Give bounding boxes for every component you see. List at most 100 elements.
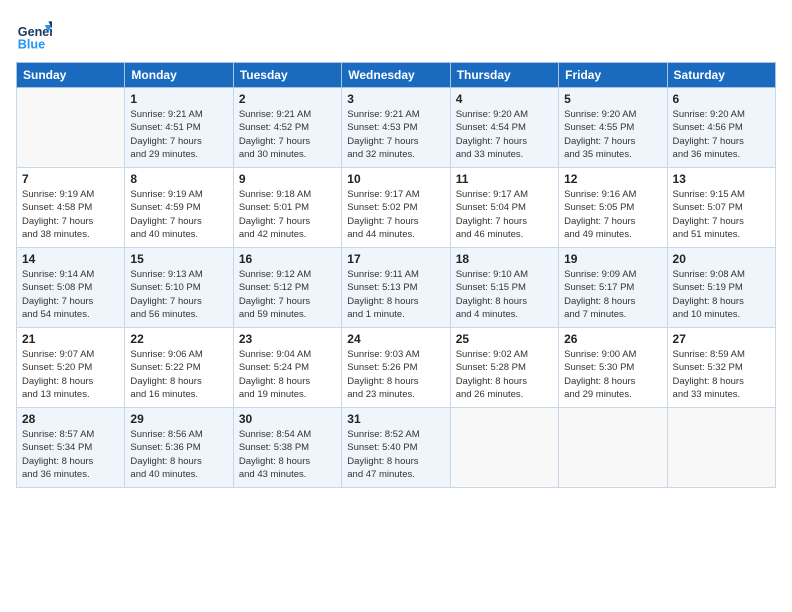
day-header-sunday: Sunday (17, 63, 125, 88)
day-number: 3 (347, 92, 444, 106)
day-info: Sunrise: 9:06 AM Sunset: 5:22 PM Dayligh… (130, 348, 227, 401)
day-cell: 15 Sunrise: 9:13 AM Sunset: 5:10 PM Dayli… (125, 248, 233, 328)
day-info: Sunrise: 9:09 AM Sunset: 5:17 PM Dayligh… (564, 268, 661, 321)
day-number: 25 (456, 332, 553, 346)
day-cell (667, 408, 775, 488)
day-number: 28 (22, 412, 119, 426)
day-number: 4 (456, 92, 553, 106)
day-info: Sunrise: 9:04 AM Sunset: 5:24 PM Dayligh… (239, 348, 336, 401)
day-info: Sunrise: 9:00 AM Sunset: 5:30 PM Dayligh… (564, 348, 661, 401)
day-cell: 3 Sunrise: 9:21 AM Sunset: 4:53 PM Daylig… (342, 88, 450, 168)
day-number: 14 (22, 252, 119, 266)
day-cell: 4 Sunrise: 9:20 AM Sunset: 4:54 PM Daylig… (450, 88, 558, 168)
day-number: 31 (347, 412, 444, 426)
day-info: Sunrise: 9:13 AM Sunset: 5:10 PM Dayligh… (130, 268, 227, 321)
logo: General Blue (16, 16, 56, 52)
header-row: SundayMondayTuesdayWednesdayThursdayFrid… (17, 63, 776, 88)
day-number: 15 (130, 252, 227, 266)
day-number: 30 (239, 412, 336, 426)
logo-icon: General Blue (16, 16, 52, 52)
day-header-monday: Monday (125, 63, 233, 88)
day-info: Sunrise: 9:11 AM Sunset: 5:13 PM Dayligh… (347, 268, 444, 321)
day-number: 16 (239, 252, 336, 266)
day-number: 27 (673, 332, 770, 346)
day-cell: 26Sunrise: 9:00 AM Sunset: 5:30 PM Dayli… (559, 328, 667, 408)
day-info: Sunrise: 8:56 AM Sunset: 5:36 PM Dayligh… (130, 428, 227, 481)
day-info: Sunrise: 9:02 AM Sunset: 5:28 PM Dayligh… (456, 348, 553, 401)
day-number: 18 (456, 252, 553, 266)
week-row-3: 14Sunrise: 9:14 AM Sunset: 5:08 PM Dayli… (17, 248, 776, 328)
day-number: 6 (673, 92, 770, 106)
day-cell: 31 Sunrise: 8:52 AM Sunset: 5:40 PM Dayli… (342, 408, 450, 488)
day-cell: 27 Sunrise: 8:59 AM Sunset: 5:32 PM Dayli… (667, 328, 775, 408)
day-number: 21 (22, 332, 119, 346)
day-cell: 7Sunrise: 9:19 AM Sunset: 4:58 PM Daylig… (17, 168, 125, 248)
day-cell: 11 Sunrise: 9:17 AM Sunset: 5:04 PM Dayli… (450, 168, 558, 248)
day-cell: 28Sunrise: 8:57 AM Sunset: 5:34 PM Dayli… (17, 408, 125, 488)
svg-text:Blue: Blue (18, 37, 45, 51)
day-cell: 16 Sunrise: 9:12 AM Sunset: 5:12 PM Dayli… (233, 248, 341, 328)
day-info: Sunrise: 8:52 AM Sunset: 5:40 PM Dayligh… (347, 428, 444, 481)
day-info: Sunrise: 9:20 AM Sunset: 4:54 PM Dayligh… (456, 108, 553, 161)
day-number: 10 (347, 172, 444, 186)
day-number: 7 (22, 172, 119, 186)
day-cell (450, 408, 558, 488)
week-row-5: 28Sunrise: 8:57 AM Sunset: 5:34 PM Dayli… (17, 408, 776, 488)
day-info: Sunrise: 9:19 AM Sunset: 4:59 PM Dayligh… (130, 188, 227, 241)
day-cell: 2Sunrise: 9:21 AM Sunset: 4:52 PM Daylig… (233, 88, 341, 168)
day-info: Sunrise: 9:17 AM Sunset: 5:02 PM Dayligh… (347, 188, 444, 241)
day-header-wednesday: Wednesday (342, 63, 450, 88)
day-number: 1 (130, 92, 227, 106)
day-info: Sunrise: 9:21 AM Sunset: 4:53 PM Dayligh… (347, 108, 444, 161)
calendar-table: SundayMondayTuesdayWednesdayThursdayFrid… (16, 62, 776, 488)
day-cell: 9 Sunrise: 9:18 AM Sunset: 5:01 PM Daylig… (233, 168, 341, 248)
day-info: Sunrise: 9:20 AM Sunset: 4:55 PM Dayligh… (564, 108, 661, 161)
day-info: Sunrise: 9:18 AM Sunset: 5:01 PM Dayligh… (239, 188, 336, 241)
day-cell: 21Sunrise: 9:07 AM Sunset: 5:20 PM Dayli… (17, 328, 125, 408)
day-cell: 5 Sunrise: 9:20 AM Sunset: 4:55 PM Daylig… (559, 88, 667, 168)
day-cell: 30 Sunrise: 8:54 AM Sunset: 5:38 PM Dayli… (233, 408, 341, 488)
day-header-saturday: Saturday (667, 63, 775, 88)
day-number: 20 (673, 252, 770, 266)
day-info: Sunrise: 9:12 AM Sunset: 5:12 PM Dayligh… (239, 268, 336, 321)
week-row-1: 1 Sunrise: 9:21 AM Sunset: 4:51 PM Daylig… (17, 88, 776, 168)
header: General Blue (16, 16, 776, 52)
day-cell: 8Sunrise: 9:19 AM Sunset: 4:59 PM Daylig… (125, 168, 233, 248)
day-number: 19 (564, 252, 661, 266)
day-number: 5 (564, 92, 661, 106)
day-info: Sunrise: 9:08 AM Sunset: 5:19 PM Dayligh… (673, 268, 770, 321)
day-cell: 24Sunrise: 9:03 AM Sunset: 5:26 PM Dayli… (342, 328, 450, 408)
day-cell: 17Sunrise: 9:11 AM Sunset: 5:13 PM Dayli… (342, 248, 450, 328)
day-number: 29 (130, 412, 227, 426)
calendar-container: General Blue SundayMondayTuesdayWednesda… (0, 0, 792, 496)
day-cell: 20 Sunrise: 9:08 AM Sunset: 5:19 PM Dayli… (667, 248, 775, 328)
day-number: 24 (347, 332, 444, 346)
day-info: Sunrise: 9:21 AM Sunset: 4:51 PM Dayligh… (130, 108, 227, 161)
day-number: 2 (239, 92, 336, 106)
day-info: Sunrise: 8:54 AM Sunset: 5:38 PM Dayligh… (239, 428, 336, 481)
day-number: 23 (239, 332, 336, 346)
day-cell: 22Sunrise: 9:06 AM Sunset: 5:22 PM Dayli… (125, 328, 233, 408)
day-header-thursday: Thursday (450, 63, 558, 88)
day-cell: 12 Sunrise: 9:16 AM Sunset: 5:05 PM Dayli… (559, 168, 667, 248)
day-number: 11 (456, 172, 553, 186)
day-header-friday: Friday (559, 63, 667, 88)
week-row-4: 21Sunrise: 9:07 AM Sunset: 5:20 PM Dayli… (17, 328, 776, 408)
day-cell: 29 Sunrise: 8:56 AM Sunset: 5:36 PM Dayli… (125, 408, 233, 488)
week-row-2: 7Sunrise: 9:19 AM Sunset: 4:58 PM Daylig… (17, 168, 776, 248)
day-number: 13 (673, 172, 770, 186)
day-header-tuesday: Tuesday (233, 63, 341, 88)
day-info: Sunrise: 8:59 AM Sunset: 5:32 PM Dayligh… (673, 348, 770, 401)
day-cell: 13 Sunrise: 9:15 AM Sunset: 5:07 PM Dayli… (667, 168, 775, 248)
day-info: Sunrise: 9:15 AM Sunset: 5:07 PM Dayligh… (673, 188, 770, 241)
day-cell: 6Sunrise: 9:20 AM Sunset: 4:56 PM Daylig… (667, 88, 775, 168)
day-cell: 19 Sunrise: 9:09 AM Sunset: 5:17 PM Dayli… (559, 248, 667, 328)
day-cell: 14Sunrise: 9:14 AM Sunset: 5:08 PM Dayli… (17, 248, 125, 328)
day-cell: 25 Sunrise: 9:02 AM Sunset: 5:28 PM Dayli… (450, 328, 558, 408)
day-info: Sunrise: 9:17 AM Sunset: 5:04 PM Dayligh… (456, 188, 553, 241)
day-cell: 23 Sunrise: 9:04 AM Sunset: 5:24 PM Dayli… (233, 328, 341, 408)
day-cell: 18Sunrise: 9:10 AM Sunset: 5:15 PM Dayli… (450, 248, 558, 328)
day-info: Sunrise: 9:16 AM Sunset: 5:05 PM Dayligh… (564, 188, 661, 241)
day-number: 12 (564, 172, 661, 186)
day-number: 9 (239, 172, 336, 186)
